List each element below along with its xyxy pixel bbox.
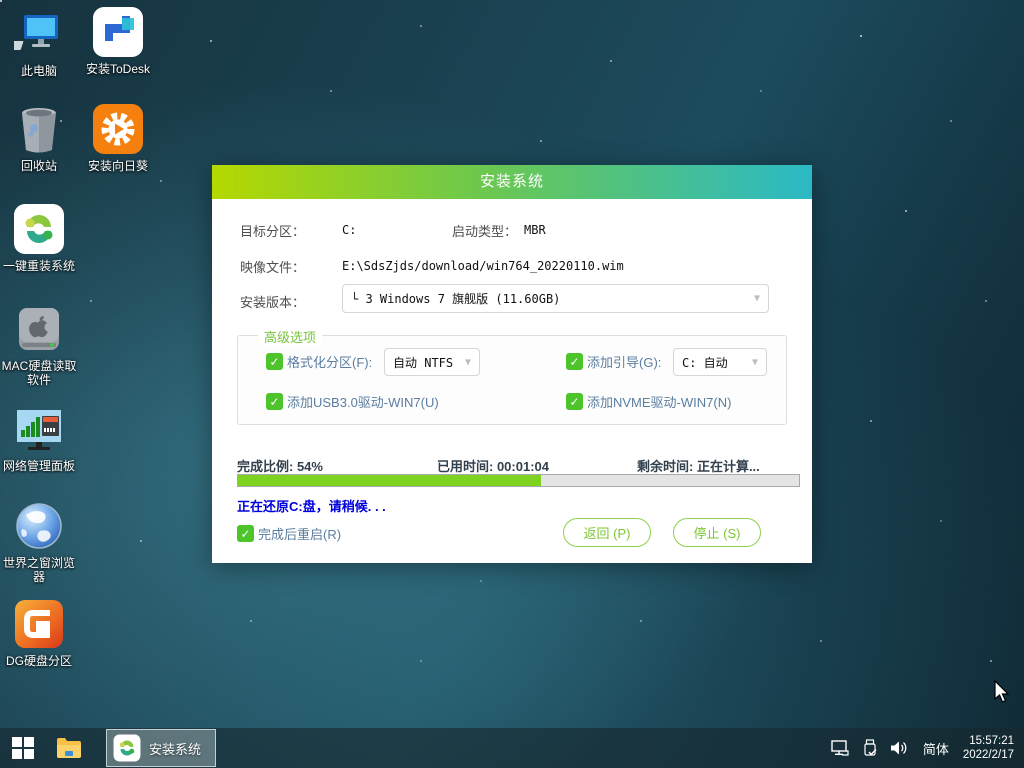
network-icon[interactable] xyxy=(825,728,855,768)
desktop-icon-recycle-bin[interactable]: 回收站 xyxy=(0,103,78,173)
taskbar-active-task[interactable]: 安装系统 xyxy=(106,729,216,767)
add-boot-value: C: 自动 xyxy=(682,354,728,371)
ime-indicator[interactable]: 简体 xyxy=(915,739,957,758)
checkbox-checked-icon[interactable]: ✓ xyxy=(566,353,583,370)
usb3-driver-checkbox-row[interactable]: ✓ 添加USB3.0驱动-WIN7(U) xyxy=(266,392,439,411)
chevron-down-icon: ▼ xyxy=(754,293,760,304)
progress-bar xyxy=(237,474,800,487)
todesk-icon xyxy=(92,6,144,58)
usb-icon[interactable] xyxy=(855,728,885,768)
this-pc-icon xyxy=(13,8,65,60)
desktop-icon-world-browser[interactable]: 世界之窗浏览器 xyxy=(0,500,78,584)
desktop-icon-mac-disk[interactable]: MAC硬盘读取软件 xyxy=(0,303,78,387)
target-partition-label: 目标分区： xyxy=(240,221,305,240)
one-key-reinstall-icon xyxy=(113,734,141,762)
desktop-background: 此电脑 安装ToDesk 回收站 xyxy=(0,0,1024,768)
nvme-driver-label: 添加NVME驱动-WIN7(N) xyxy=(587,392,731,411)
mac-disk-icon xyxy=(13,303,65,355)
start-button[interactable] xyxy=(0,728,46,768)
add-boot-label: 添加引导(G): xyxy=(587,352,661,371)
chevron-down-icon: ▼ xyxy=(465,357,471,368)
checkbox-checked-icon[interactable]: ✓ xyxy=(237,525,254,542)
active-task-label: 安装系统 xyxy=(149,739,201,758)
desktop-icon-label: MAC硬盘读取软件 xyxy=(0,359,78,387)
image-file-label: 映像文件： xyxy=(240,257,305,276)
desktop-icon-label: 一键重装系统 xyxy=(3,259,75,273)
desktop-icon-label: 此电脑 xyxy=(21,64,57,78)
folder-icon xyxy=(56,737,82,759)
target-partition-value: C: xyxy=(342,223,356,237)
sunlogin-icon xyxy=(92,103,144,155)
advanced-options-group: 高级选项 ✓ 格式化分区(F): 自动 NTFS ▼ ✓ 添加引导(G): C:… xyxy=(237,335,787,425)
checkbox-checked-icon[interactable]: ✓ xyxy=(566,393,583,410)
volume-icon[interactable] xyxy=(885,728,915,768)
install-version-value: └ 3 Windows 7 旗舰版 (11.60GB) xyxy=(351,290,560,307)
dialog-title: 安装系统 xyxy=(212,165,812,199)
format-partition-checkbox-row[interactable]: ✓ 格式化分区(F): xyxy=(266,352,372,371)
progress-percent-label: 完成比例: 54% xyxy=(237,456,323,475)
taskbar: 安装系统 xyxy=(0,728,1024,768)
boot-type-label: 启动类型： xyxy=(452,221,517,240)
taskbar-clock[interactable]: 15:57:21 2022/2/17 xyxy=(957,734,1024,762)
format-partition-label: 格式化分区(F): xyxy=(287,352,372,371)
one-key-reinstall-icon xyxy=(13,203,65,255)
boot-type-value: MBR xyxy=(524,223,546,237)
world-browser-icon xyxy=(13,500,65,552)
desktop-icon-one-key-reinstall[interactable]: 一键重装系统 xyxy=(0,203,78,273)
system-tray: 简体 15:57:21 2022/2/17 xyxy=(825,728,1024,768)
network-panel-icon xyxy=(13,403,65,455)
format-partition-value: 自动 NTFS xyxy=(393,354,453,371)
clock-date: 2022/2/17 xyxy=(963,748,1014,762)
desktop-icon-sunlogin[interactable]: 安装向日葵 xyxy=(79,103,157,173)
desktop-icon-network-panel[interactable]: 网络管理面板 xyxy=(0,403,78,473)
format-partition-select[interactable]: 自动 NTFS ▼ xyxy=(384,348,480,376)
install-system-dialog: 安装系统 目标分区： C: 启动类型： MBR 映像文件： E:\SdsZjds… xyxy=(212,165,812,563)
status-text: 正在还原C:盘，请稍候. . . xyxy=(237,496,386,515)
progress-elapsed-label: 已用时间: 00:01:04 xyxy=(437,456,549,475)
usb3-driver-label: 添加USB3.0驱动-WIN7(U) xyxy=(287,392,439,411)
desktop-icon-label: 回收站 xyxy=(21,159,57,173)
desktop-icon-diskgenius[interactable]: DG硬盘分区 xyxy=(0,598,78,668)
diskgenius-icon xyxy=(13,598,65,650)
stop-button[interactable]: 停止 (S) xyxy=(673,518,761,547)
install-version-select[interactable]: └ 3 Windows 7 旗舰版 (11.60GB) ▼ xyxy=(342,284,769,313)
add-boot-checkbox-row[interactable]: ✓ 添加引导(G): xyxy=(566,352,661,371)
desktop-icon-this-pc[interactable]: 此电脑 xyxy=(0,8,78,78)
desktop-icon-label: 安装ToDesk xyxy=(86,62,150,76)
desktop-icon-label: 安装向日葵 xyxy=(88,159,148,173)
recycle-bin-icon xyxy=(13,103,65,155)
clock-time: 15:57:21 xyxy=(963,734,1014,748)
nvme-driver-checkbox-row[interactable]: ✓ 添加NVME驱动-WIN7(N) xyxy=(566,392,731,411)
desktop-icon-todesk[interactable]: 安装ToDesk xyxy=(79,6,157,76)
file-explorer-button[interactable] xyxy=(46,728,92,768)
advanced-options-legend: 高级选项 xyxy=(258,327,322,346)
restart-after-finish-checkbox-row[interactable]: ✓ 完成后重启(R) xyxy=(237,524,341,543)
desktop-icon-label: 网络管理面板 xyxy=(3,459,75,473)
chevron-down-icon: ▼ xyxy=(752,357,758,368)
windows-logo-icon xyxy=(12,737,34,759)
back-button[interactable]: 返回 (P) xyxy=(563,518,651,547)
desktop-icon-label: 世界之窗浏览器 xyxy=(0,556,78,584)
image-file-value: E:\SdsZjds/download/win764_20220110.wim xyxy=(342,259,624,273)
desktop-icon-label: DG硬盘分区 xyxy=(6,654,72,668)
checkbox-checked-icon[interactable]: ✓ xyxy=(266,353,283,370)
add-boot-select[interactable]: C: 自动 ▼ xyxy=(673,348,767,376)
checkbox-checked-icon[interactable]: ✓ xyxy=(266,393,283,410)
install-version-label: 安装版本： xyxy=(240,292,305,311)
progress-remaining-label: 剩余时间: 正在计算... xyxy=(637,456,760,475)
progress-bar-fill xyxy=(238,475,541,486)
restart-after-finish-label: 完成后重启(R) xyxy=(258,524,341,543)
